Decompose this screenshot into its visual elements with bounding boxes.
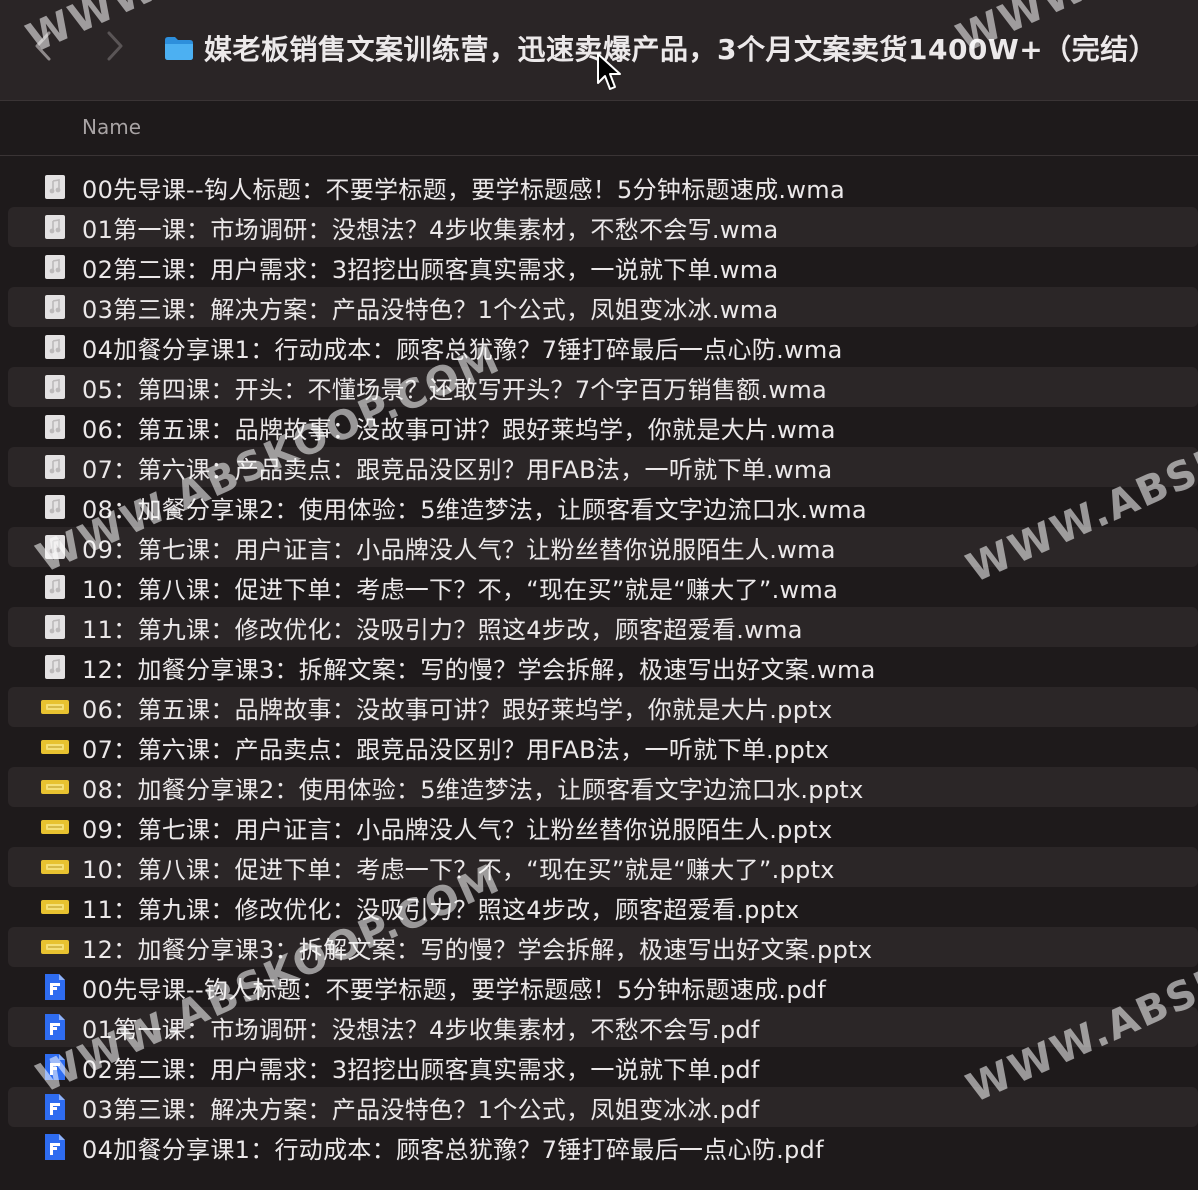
audio-file-icon — [40, 532, 70, 562]
file-name: 12：加餐分享课3：拆解文案：写的慢？学会拆解，极速写出好文案.pptx — [82, 935, 873, 964]
file-name: 11：第九课：修改优化：没吸引力？照这4步改，顾客超爱看.wma — [82, 615, 803, 644]
back-button[interactable] — [28, 28, 58, 64]
file-row[interactable]: 10：第八课：促进下单：考虑一下？不，“现在买”就是“赚大了”.pptx — [0, 847, 1198, 887]
audio-file-icon — [40, 252, 70, 282]
file-name: 03第三课：解决方案：产品没特色？1个公式，凤姐变冰冰.wma — [82, 295, 779, 324]
audio-file-icon — [40, 612, 70, 642]
file-row[interactable]: 05：第四课：开头：不懂场景？还敢写开头？7个字百万销售额.wma — [0, 367, 1198, 407]
file-name: 09：第七课：用户证言：小品牌没人气？让粉丝替你说服陌生人.wma — [82, 535, 836, 564]
file-name: 06：第五课：品牌故事：没故事可讲？跟好莱坞学，你就是大片.wma — [82, 415, 836, 444]
audio-file-icon — [40, 452, 70, 482]
pdf-file-icon — [40, 1012, 70, 1042]
file-row[interactable]: 04加餐分享课1：行动成本：顾客总犹豫？7锤打碎最后一点心防.wma — [0, 327, 1198, 367]
finder-window: 媒老板销售文案训练营，迅速卖爆产品，3个月文案卖货1400W+（完结） Name… — [0, 0, 1198, 1190]
file-row[interactable]: 03第三课：解决方案：产品没特色？1个公式，凤姐变冰冰.wma — [0, 287, 1198, 327]
file-name: 12：加餐分享课3：拆解文案：写的慢？学会拆解，极速写出好文案.wma — [82, 655, 876, 684]
window-title-area: 媒老板销售文案训练营，迅速卖爆产品，3个月文案卖货1400W+（完结） — [164, 26, 1157, 70]
file-row[interactable]: 03第三课：解决方案：产品没特色？1个公式，凤姐变冰冰.pdf — [0, 1087, 1198, 1127]
file-name: 03第三课：解决方案：产品没特色？1个公式，凤姐变冰冰.pdf — [82, 1095, 760, 1124]
audio-file-icon — [40, 332, 70, 362]
file-list: 00先导课--钩人标题：不要学标题，要学标题感！5分钟标题速成.wma 01第一课… — [0, 167, 1198, 1167]
chevron-left-icon — [35, 31, 51, 61]
audio-file-icon — [40, 492, 70, 522]
file-row[interactable]: 10：第八课：促进下单：考虑一下？不，“现在买”就是“赚大了”.wma — [0, 567, 1198, 607]
file-name: 07：第六课：产品卖点：跟竞品没区别？用FAB法，一听就下单.wma — [82, 455, 833, 484]
file-row[interactable]: 09：第七课：用户证言：小品牌没人气？让粉丝替你说服陌生人.wma — [0, 527, 1198, 567]
audio-file-icon — [40, 212, 70, 242]
forward-button[interactable] — [100, 28, 130, 64]
file-row[interactable]: 07：第六课：产品卖点：跟竞品没区别？用FAB法，一听就下单.wma — [0, 447, 1198, 487]
pptx-file-icon — [40, 732, 70, 762]
file-name: 08：加餐分享课2：使用体验：5维造梦法，让顾客看文字边流口水.pptx — [82, 775, 864, 804]
pptx-file-icon — [40, 692, 70, 722]
file-name: 08：加餐分享课2：使用体验：5维造梦法，让顾客看文字边流口水.wma — [82, 495, 867, 524]
file-name: 01第一课：市场调研：没想法？4步收集素材，不愁不会写.pdf — [82, 1015, 760, 1044]
file-name: 02第二课：用户需求：3招挖出顾客真实需求，一说就下单.wma — [82, 255, 779, 284]
file-name: 11：第九课：修改优化：没吸引力？照这4步改，顾客超爱看.pptx — [82, 895, 800, 924]
file-row[interactable]: 01第一课：市场调研：没想法？4步收集素材，不愁不会写.pdf — [0, 1007, 1198, 1047]
file-row[interactable]: 11：第九课：修改优化：没吸引力？照这4步改，顾客超爱看.wma — [0, 607, 1198, 647]
file-row[interactable]: 02第二课：用户需求：3招挖出顾客真实需求，一说就下单.pdf — [0, 1047, 1198, 1087]
pptx-file-icon — [40, 772, 70, 802]
file-row[interactable]: 11：第九课：修改优化：没吸引力？照这4步改，顾客超爱看.pptx — [0, 887, 1198, 927]
file-name: 07：第六课：产品卖点：跟竞品没区别？用FAB法，一听就下单.pptx — [82, 735, 830, 764]
file-name: 00先导课--钩人标题：不要学标题，要学标题感！5分钟标题速成.wma — [82, 175, 845, 204]
file-row[interactable]: 12：加餐分享课3：拆解文案：写的慢？学会拆解，极速写出好文案.pptx — [0, 927, 1198, 967]
column-header-name[interactable]: Name — [82, 115, 141, 139]
file-row[interactable]: 08：加餐分享课2：使用体验：5维造梦法，让顾客看文字边流口水.wma — [0, 487, 1198, 527]
audio-file-icon — [40, 412, 70, 442]
pdf-file-icon — [40, 972, 70, 1002]
file-row[interactable]: 09：第七课：用户证言：小品牌没人气？让粉丝替你说服陌生人.pptx — [0, 807, 1198, 847]
pptx-file-icon — [40, 892, 70, 922]
audio-file-icon — [40, 572, 70, 602]
pptx-file-icon — [40, 932, 70, 962]
pptx-file-icon — [40, 852, 70, 882]
folder-icon — [165, 37, 193, 60]
pdf-file-icon — [40, 1052, 70, 1082]
file-name: 04加餐分享课1：行动成本：顾客总犹豫？7锤打碎最后一点心防.wma — [82, 335, 843, 364]
audio-file-icon — [40, 372, 70, 402]
file-name: 09：第七课：用户证言：小品牌没人气？让粉丝替你说服陌生人.pptx — [82, 815, 833, 844]
file-name: 04加餐分享课1：行动成本：顾客总犹豫？7锤打碎最后一点心防.pdf — [82, 1135, 824, 1164]
file-row[interactable]: 12：加餐分享课3：拆解文案：写的慢？学会拆解，极速写出好文案.wma — [0, 647, 1198, 687]
file-name: 10：第八课：促进下单：考虑一下？不，“现在买”就是“赚大了”.pptx — [82, 855, 835, 884]
pdf-file-icon — [40, 1092, 70, 1122]
file-row[interactable]: 06：第五课：品牌故事：没故事可讲？跟好莱坞学，你就是大片.pptx — [0, 687, 1198, 727]
audio-file-icon — [40, 172, 70, 202]
file-row[interactable]: 02第二课：用户需求：3招挖出顾客真实需求，一说就下单.wma — [0, 247, 1198, 287]
file-row[interactable]: 00先导课--钩人标题：不要学标题，要学标题感！5分钟标题速成.wma — [0, 167, 1198, 207]
mouse-cursor-icon — [597, 53, 621, 90]
file-name: 10：第八课：促进下单：考虑一下？不，“现在买”就是“赚大了”.wma — [82, 575, 839, 604]
file-row[interactable]: 00先导课--钩人标题：不要学标题，要学标题感！5分钟标题速成.pdf — [0, 967, 1198, 1007]
file-name: 06：第五课：品牌故事：没故事可讲？跟好莱坞学，你就是大片.pptx — [82, 695, 833, 724]
audio-file-icon — [40, 652, 70, 682]
file-row[interactable]: 06：第五课：品牌故事：没故事可讲？跟好莱坞学，你就是大片.wma — [0, 407, 1198, 447]
audio-file-icon — [40, 292, 70, 322]
file-name: 02第二课：用户需求：3招挖出顾客真实需求，一说就下单.pdf — [82, 1055, 760, 1084]
file-row[interactable]: 01第一课：市场调研：没想法？4步收集素材，不愁不会写.wma — [0, 207, 1198, 247]
chevron-right-icon — [107, 31, 123, 61]
pptx-file-icon — [40, 812, 70, 842]
file-row[interactable]: 07：第六课：产品卖点：跟竞品没区别？用FAB法，一听就下单.pptx — [0, 727, 1198, 767]
file-name: 05：第四课：开头：不懂场景？还敢写开头？7个字百万销售额.wma — [82, 375, 828, 404]
column-header: Name — [0, 101, 1198, 156]
file-row[interactable]: 04加餐分享课1：行动成本：顾客总犹豫？7锤打碎最后一点心防.pdf — [0, 1127, 1198, 1167]
pdf-file-icon — [40, 1132, 70, 1162]
window-title: 媒老板销售文案训练营，迅速卖爆产品，3个月文案卖货1400W+（完结） — [204, 33, 1158, 66]
file-name: 01第一课：市场调研：没想法？4步收集素材，不愁不会写.wma — [82, 215, 779, 244]
file-name: 00先导课--钩人标题：不要学标题，要学标题感！5分钟标题速成.pdf — [82, 975, 827, 1004]
file-row[interactable]: 08：加餐分享课2：使用体验：5维造梦法，让顾客看文字边流口水.pptx — [0, 767, 1198, 807]
